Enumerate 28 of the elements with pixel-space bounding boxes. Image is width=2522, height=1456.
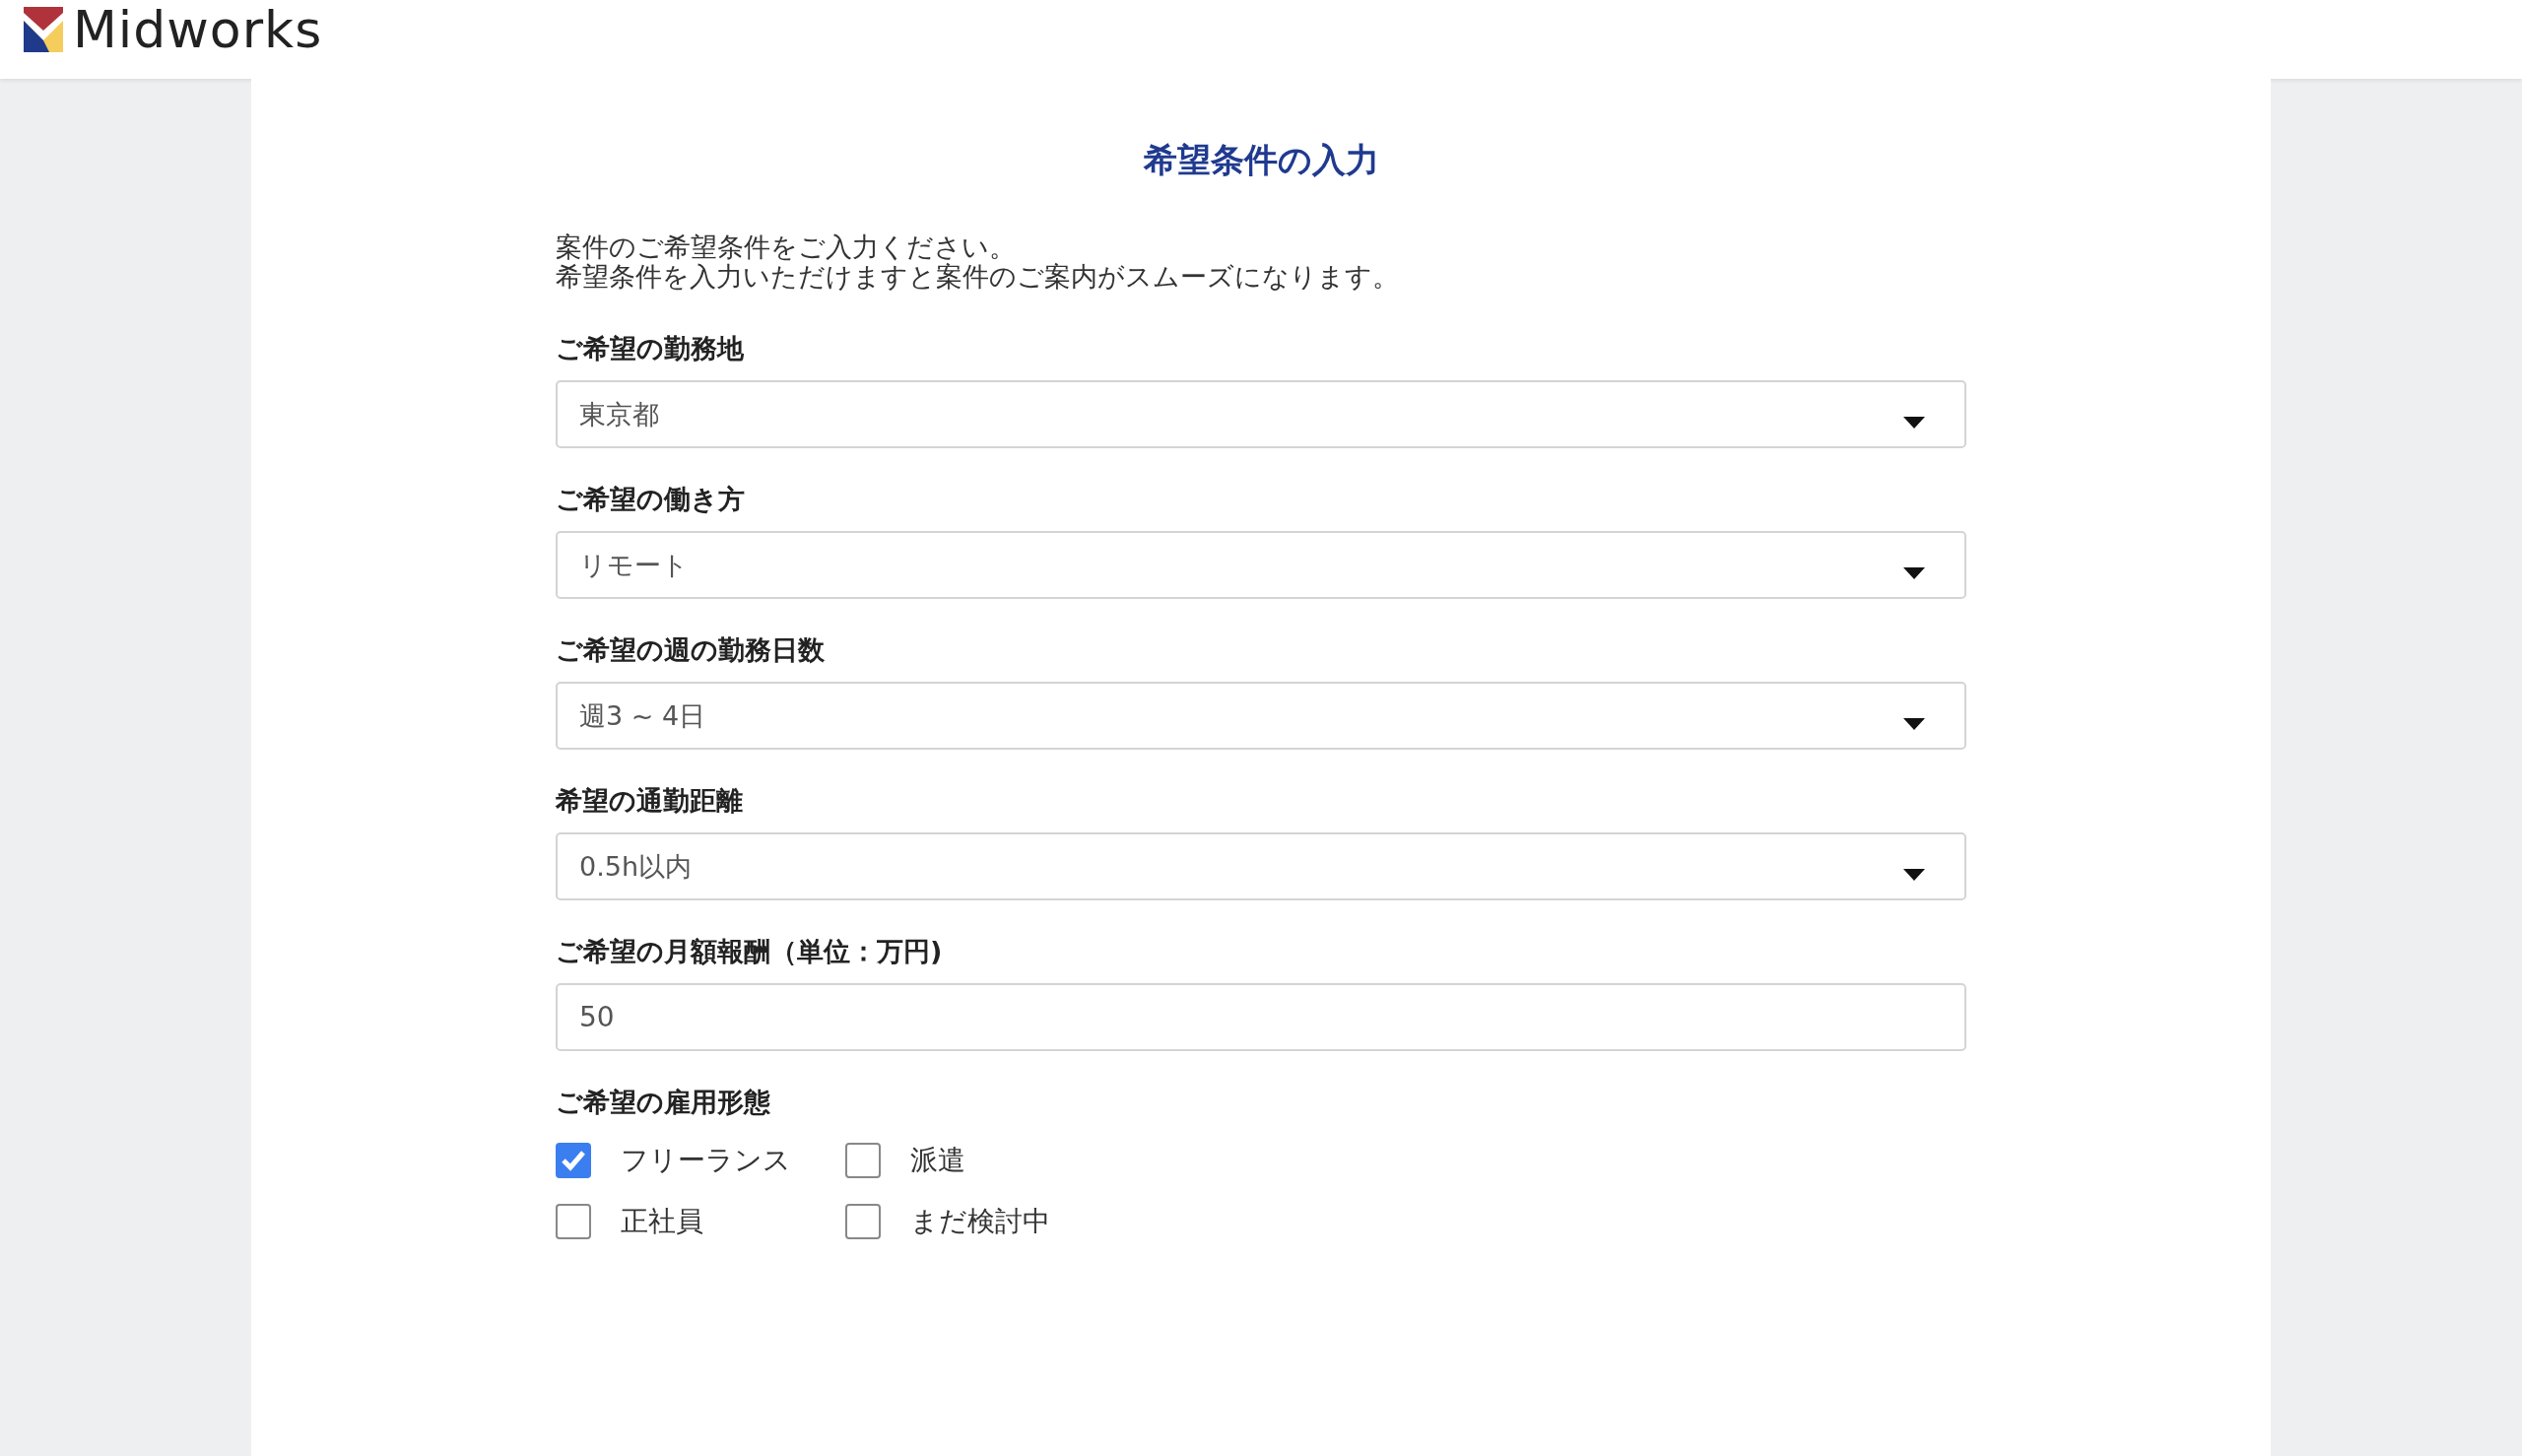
select-field[interactable]: 0.5h以内 [556,832,1966,900]
checkbox-label: 正社員 [621,1204,703,1239]
checkbox-label: フリーランス [621,1143,791,1178]
checkbox-label: まだ検討中 [910,1204,1050,1239]
caret-icon [1903,566,1925,579]
field-label: ご希望の勤務地 [556,332,745,365]
field-label: 希望の通勤距離 [556,784,744,818]
checkbox[interactable] [845,1204,881,1239]
checkbox[interactable] [845,1143,881,1178]
checkbox-label: 派遣 [910,1143,965,1178]
caret-icon [1903,868,1925,881]
logo-text[interactable]: Midworks [73,0,323,59]
field-label: ご希望の働き方 [556,483,746,516]
description-text: 希望条件を入力いただけますと案件のご案内がスムーズになります。 [556,262,1400,292]
input-field[interactable]: 50 [556,983,1966,1051]
field-label: ご希望の週の勤務日数 [556,633,826,667]
select-field[interactable]: 東京都 [556,380,1966,448]
logo-icon[interactable] [24,7,63,52]
description-text: 案件のご希望条件をご入力ください。 [556,232,1017,262]
checkbox[interactable] [556,1143,591,1178]
checkbox[interactable] [556,1204,591,1239]
caret-icon [1903,416,1925,429]
form-title: 希望条件の入力 [1142,139,1380,181]
caret-icon [1903,717,1925,730]
select-field[interactable]: 週3 ~ 4日 [556,682,1966,750]
field-label: ご希望の月額報酬（単位：万円) [556,935,944,968]
select-field[interactable]: リモート [556,531,1966,599]
field-label: ご希望の雇用形態 [556,1086,771,1119]
